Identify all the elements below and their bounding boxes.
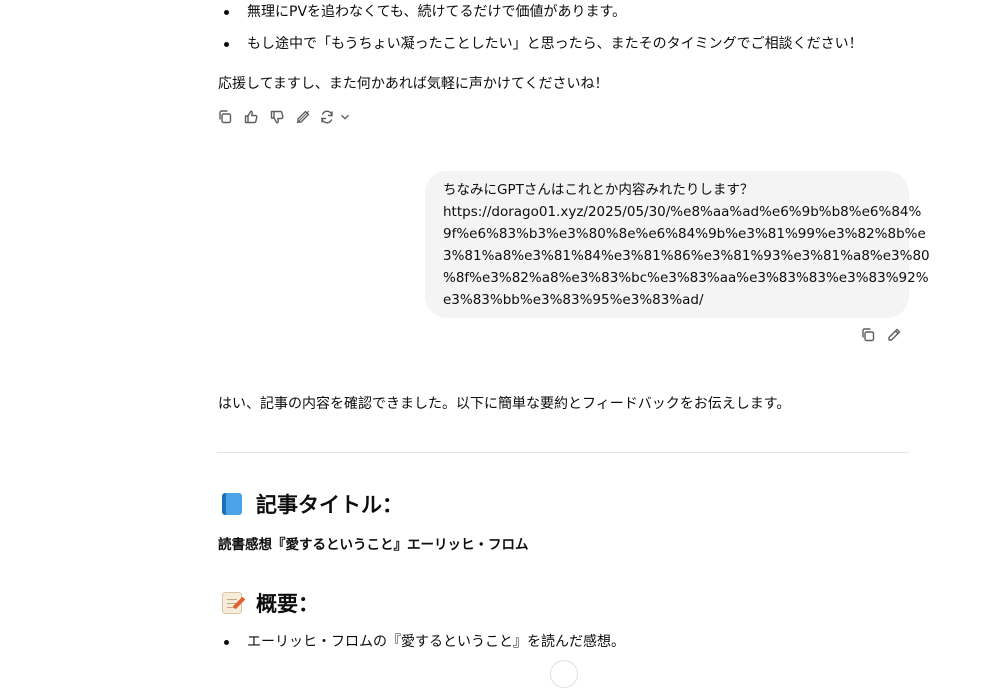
user-message-link-line[interactable]: https://dorago01.xyz/2025/05/30/%e8%aa%a…: [443, 201, 921, 223]
section-heading: 概要：: [222, 588, 319, 618]
user-message-link-line[interactable]: 9f%e6%83%b3%e3%80%8e%e6%84%9b%e3%81%99%e…: [443, 223, 926, 245]
section-heading-text: 記事タイトル：: [256, 493, 403, 517]
thumbs-down-icon[interactable]: [264, 105, 290, 129]
edit-icon[interactable]: [881, 323, 907, 347]
section-heading-text: 概要：: [256, 592, 319, 616]
list-item: エーリッヒ・フロムの『愛するということ』を読んだ感想。: [247, 634, 625, 650]
user-message-link-line[interactable]: e3%83%bb%e3%83%95%e3%83%ad/: [443, 289, 891, 311]
section-heading: 記事タイトル：: [222, 489, 403, 519]
copy-icon[interactable]: [855, 323, 881, 347]
list-item: もし途中で「もうちょい凝ったことしたい」と思ったら、またそのタイミングでご相談く…: [247, 36, 863, 52]
list-item: 無理にPVを追わなくても、続けてるだけで価値があります。: [247, 4, 627, 20]
assistant-action-bar: [212, 105, 352, 129]
user-message-link-line[interactable]: 3%81%a8%e3%81%84%e3%81%86%e3%81%93%e3%81…: [443, 245, 930, 267]
bullet-dot: [224, 10, 229, 15]
edit-canvas-icon[interactable]: [290, 105, 316, 129]
chevron-down-icon[interactable]: [338, 105, 352, 129]
article-title-text: 読書感想『愛するということ』エーリッヒ・フロム: [218, 537, 529, 553]
copy-icon[interactable]: [212, 105, 238, 129]
divider: [217, 452, 909, 453]
regenerate-icon[interactable]: [316, 105, 338, 129]
scroll-down-button[interactable]: [550, 660, 578, 688]
bullet-dot: [224, 640, 229, 645]
user-action-bar: [855, 323, 907, 347]
user-message-bubble: ちなみにGPTさんはこれとか内容みれたりします？ https://dorago0…: [425, 171, 930, 318]
user-message-link-line[interactable]: %8f%e3%82%a8%e3%83%bc%e3%83%aa%e3%83%83%…: [443, 267, 929, 289]
assistant-closing-text: 応援してますし、また何かあれば気軽に声かけてくださいね！: [218, 76, 609, 92]
memo-icon: [222, 592, 242, 614]
blue-book-icon: [222, 493, 242, 515]
bullet-dot: [224, 42, 229, 47]
assistant-reply-intro: はい、記事の内容を確認できました。以下に簡単な要約とフィードバックをお伝えします…: [218, 396, 791, 412]
user-message-line: ちなみにGPTさんはこれとか内容みれたりします？: [443, 182, 754, 198]
thumbs-up-icon[interactable]: [238, 105, 264, 129]
